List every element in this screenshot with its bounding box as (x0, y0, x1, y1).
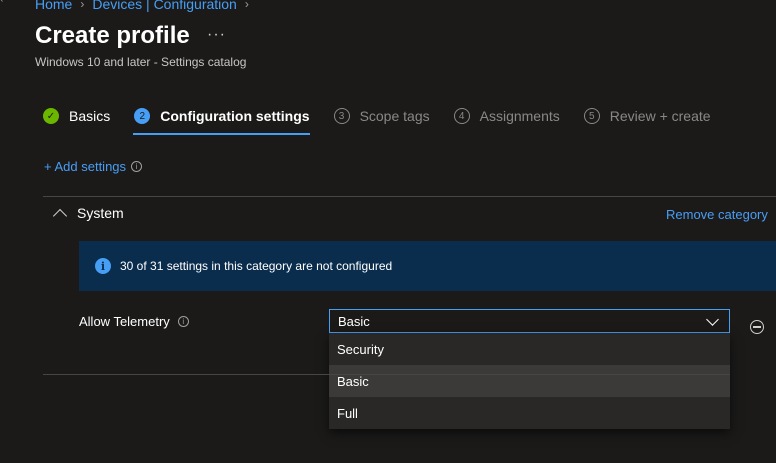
add-settings-label: + Add settings (44, 159, 127, 174)
chevron-right-icon: › (80, 0, 85, 11)
divider (43, 196, 776, 197)
step-label: Assignments (479, 108, 560, 124)
dropdown-option-full[interactable]: Full (329, 397, 730, 429)
collapse-caret-icon[interactable]: ‹ (0, 0, 8, 5)
step-label: Review + create (609, 108, 711, 124)
step-basics[interactable]: ✓ Basics (43, 104, 110, 128)
step-number: 2 (134, 108, 151, 124)
info-banner-message: 30 of 31 settings in this category are n… (120, 259, 393, 273)
step-review-create[interactable]: 5 Review + create (583, 104, 711, 128)
add-settings-link[interactable]: + Add settings i (44, 159, 143, 174)
page-title: Create profile (35, 22, 190, 49)
step-number: 5 (583, 108, 600, 124)
wizard-steps: ✓ Basics 2 Configuration settings 3 Scop… (43, 104, 735, 135)
more-options-icon[interactable]: ··· (207, 26, 226, 44)
remove-category-link[interactable]: Remove category (666, 207, 768, 222)
info-icon[interactable]: i (131, 161, 143, 172)
page-subtitle: Windows 10 and later - Settings catalog (35, 55, 247, 69)
breadcrumb-devices[interactable]: Devices | Configuration (92, 0, 236, 12)
step-configuration-settings[interactable]: 2 Configuration settings (133, 104, 310, 135)
category-name: System (77, 205, 124, 221)
dropdown-option-basic[interactable]: Basic (329, 365, 730, 397)
step-scope-tags[interactable]: 3 Scope tags (333, 104, 430, 128)
step-number: 4 (453, 108, 470, 124)
chevron-right-icon: › (244, 0, 249, 11)
remove-setting-icon[interactable] (750, 320, 764, 334)
info-icon[interactable]: i (177, 316, 189, 327)
telemetry-select[interactable]: Basic (329, 309, 730, 333)
category-header[interactable]: System (52, 205, 124, 223)
dropdown-option-security[interactable]: Security (329, 333, 730, 365)
breadcrumb-home[interactable]: Home (35, 0, 72, 12)
info-icon: i (95, 258, 111, 274)
telemetry-dropdown-list: Security Basic Full (329, 333, 730, 429)
chevron-up-icon[interactable] (52, 208, 68, 223)
step-assignments[interactable]: 4 Assignments (453, 104, 560, 128)
breadcrumb: Home › Devices | Configuration › (35, 0, 249, 12)
checkmark-icon: ✓ (43, 108, 59, 124)
setting-name: Allow Telemetry (79, 314, 170, 329)
step-number: 3 (333, 108, 350, 124)
select-value: Basic (338, 313, 370, 329)
step-label: Scope tags (359, 108, 430, 124)
step-label: Configuration settings (160, 108, 310, 124)
step-label: Basics (69, 108, 111, 124)
divider (43, 374, 730, 375)
info-banner: i 30 of 31 settings in this category are… (79, 241, 776, 291)
setting-label: Allow Telemetry i (79, 314, 189, 329)
chevron-down-icon[interactable] (706, 312, 719, 326)
